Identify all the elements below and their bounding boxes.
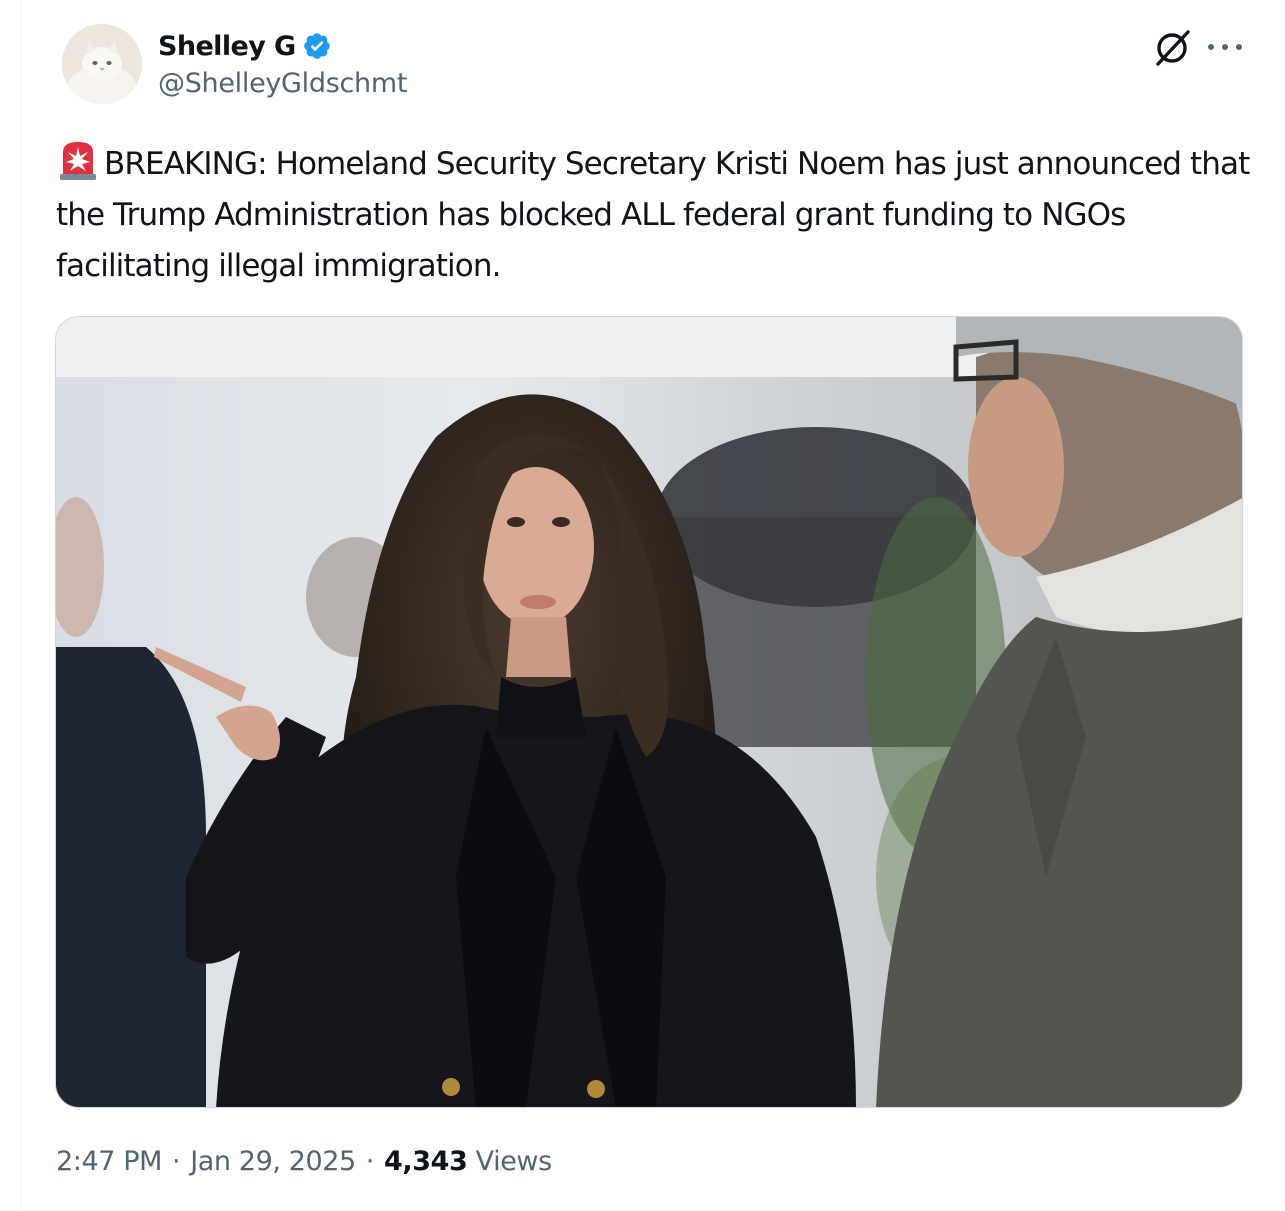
siren-emoji-icon	[56, 138, 100, 182]
more-dot	[1222, 44, 1228, 50]
tweet-body-text: BREAKING: Homeland Security Secretary Kr…	[56, 146, 1250, 284]
separator-dot: ·	[365, 1146, 375, 1177]
author-handle[interactable]: @ShelleyGldschmt	[158, 68, 407, 99]
verified-badge-icon[interactable]	[302, 31, 332, 61]
views-count[interactable]: 4,343	[384, 1146, 468, 1177]
tweet-text: BREAKING: Homeland Security Secretary Kr…	[56, 138, 1256, 292]
more-options-icon[interactable]	[1208, 32, 1242, 62]
photo-image	[56, 317, 1242, 1107]
author-block: Shelley G @ShelleyGldschmt	[158, 26, 407, 100]
tweet-date[interactable]: Jan 29, 2025	[190, 1146, 356, 1177]
tweet-footer: 2:47 PM · Jan 29, 2025 · 4,343 Views	[56, 1146, 552, 1177]
more-dot	[1236, 44, 1242, 50]
more-dot	[1208, 44, 1214, 50]
cat-avatar-icon	[62, 24, 142, 104]
tweet-media-photo[interactable]	[55, 316, 1243, 1108]
author-avatar[interactable]	[62, 24, 142, 104]
grok-icon[interactable]	[1150, 26, 1194, 70]
author-name[interactable]: Shelley G	[158, 31, 296, 62]
separator-dot: ·	[172, 1146, 181, 1177]
views-label[interactable]: Views	[476, 1146, 553, 1177]
tweet-time[interactable]: 2:47 PM	[56, 1146, 162, 1177]
